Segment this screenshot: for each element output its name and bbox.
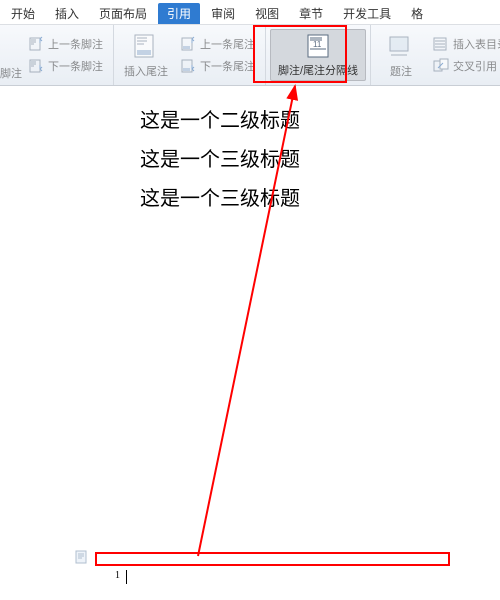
next-endnote-button[interactable]: 下一条尾注 <box>178 57 257 75</box>
page-footer-area: 1 <box>93 564 500 584</box>
prev-endnote-button[interactable]: 上一条尾注 <box>178 35 257 53</box>
menu-pagelayout[interactable]: 页面布局 <box>90 3 156 24</box>
page-setup-icon[interactable] <box>75 550 89 564</box>
menu-references[interactable]: 引用 <box>158 3 200 24</box>
prev-footnote-label: 上一条脚注 <box>48 36 103 52</box>
ribbon-group-endnote: 插入尾注 上一条尾注 下一条尾注 <box>114 25 266 85</box>
cross-reference-label: 交叉引用 <box>453 58 497 74</box>
insert-endnote-icon <box>132 33 160 61</box>
caption-label: 题注 <box>390 63 412 79</box>
next-footnote-button[interactable]: 下一条脚注 <box>26 57 105 75</box>
caption-button[interactable]: 题注 <box>375 29 427 81</box>
prev-footnote-button[interactable]: 上一条脚注 <box>26 35 105 53</box>
footnote-entry[interactable]: 1 <box>115 570 500 584</box>
menu-bar: 开始 插入 页面布局 引用 审阅 视图 章节 开发工具 格 <box>0 0 500 24</box>
footnote-separator-button[interactable]: 11 脚注/尾注分隔线 <box>270 29 366 81</box>
ribbon-group-footnote: 脚注 上一条脚注 下一条脚注 <box>0 25 114 85</box>
caption-icon <box>387 33 415 61</box>
ribbon-group-separator: 11 脚注/尾注分隔线 <box>266 25 371 85</box>
next-footnote-icon <box>28 58 44 74</box>
document-area[interactable]: 这是一个二级标题 这是一个三级标题 这是一个三级标题 1 <box>0 86 500 600</box>
menu-chapter[interactable]: 章节 <box>290 3 332 24</box>
prev-endnote-label: 上一条尾注 <box>200 36 255 52</box>
footnote-separator-line[interactable] <box>103 564 440 566</box>
menu-start[interactable]: 开始 <box>2 3 44 24</box>
insert-footnote-label: 脚注 <box>0 65 22 81</box>
next-endnote-label: 下一条尾注 <box>200 58 255 74</box>
footnote-separator-icon: 11 <box>304 34 332 60</box>
prev-footnote-icon <box>28 36 44 52</box>
page-content: 这是一个二级标题 这是一个三级标题 这是一个三级标题 <box>0 86 500 221</box>
svg-text:11: 11 <box>313 40 322 49</box>
insert-table-toc-label: 插入表目录 <box>453 36 500 52</box>
cross-reference-icon <box>433 58 449 74</box>
footnote-number: 1 <box>115 570 126 581</box>
menu-review[interactable]: 审阅 <box>202 3 244 24</box>
heading-level-2[interactable]: 这是一个二级标题 <box>140 104 500 133</box>
insert-table-toc-icon <box>433 36 449 52</box>
prev-endnote-icon <box>180 36 196 52</box>
insert-table-toc-button[interactable]: 插入表目录 <box>431 35 500 53</box>
next-endnote-icon <box>180 58 196 74</box>
heading-level-3-a[interactable]: 这是一个三级标题 <box>140 143 500 172</box>
ribbon: 脚注 上一条脚注 下一条脚注 插入尾注 <box>0 24 500 86</box>
cross-reference-button[interactable]: 交叉引用 <box>431 57 500 75</box>
insert-footnote-button[interactable]: 脚注 <box>0 29 22 81</box>
menu-insert[interactable]: 插入 <box>46 3 88 24</box>
text-cursor <box>126 570 127 584</box>
insert-endnote-label: 插入尾注 <box>124 63 168 79</box>
heading-level-3-b[interactable]: 这是一个三级标题 <box>140 182 500 211</box>
next-footnote-label: 下一条脚注 <box>48 58 103 74</box>
ribbon-group-caption: 题注 插入表目录 交叉引用 <box>371 25 500 85</box>
menu-view[interactable]: 视图 <box>246 3 288 24</box>
menu-more[interactable]: 格 <box>402 3 432 24</box>
insert-endnote-button[interactable]: 插入尾注 <box>118 29 174 81</box>
menu-devtools[interactable]: 开发工具 <box>334 3 400 24</box>
footnote-separator-label: 脚注/尾注分隔线 <box>278 62 358 78</box>
